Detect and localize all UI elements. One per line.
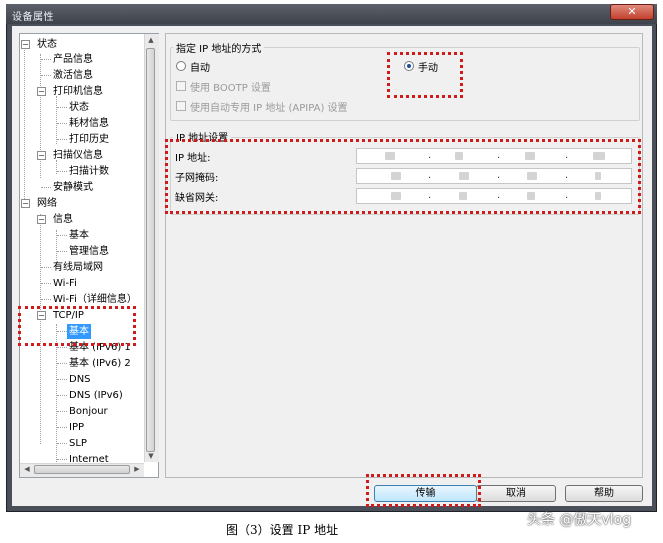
tree-connector: [41, 187, 51, 188]
scroll-left-arrow-icon[interactable]: ◀: [22, 465, 32, 473]
cancel-button[interactable]: 取消: [476, 485, 556, 502]
tree-connector: [57, 459, 67, 460]
scroll-up-arrow-icon[interactable]: ▲: [146, 36, 156, 44]
auto-radio-label: 自动: [190, 63, 210, 74]
watermark: 头条 @傲天vlog: [527, 512, 632, 528]
tree-connector: [57, 379, 67, 380]
tree-connector: [57, 395, 67, 396]
ip-settings-highlight-mark: [165, 139, 641, 214]
apipa-checkbox[interactable]: [176, 101, 186, 111]
tree-connector: [57, 363, 67, 364]
bootp-checkbox-label: 使用 BOOTP 设置: [190, 83, 271, 94]
tree-connector: [56, 96, 57, 144]
tree-connector: [57, 235, 67, 236]
tree-connector: [57, 411, 67, 412]
tree-connector: [57, 123, 67, 124]
collapse-toggle-icon[interactable]: −: [21, 40, 30, 49]
apipa-checkbox-label: 使用自动专用 IP 地址 (APIPA) 设置: [190, 103, 348, 114]
manual-highlight-mark: [387, 52, 463, 98]
title-bar[interactable]: [6, 4, 657, 24]
bootp-checkbox[interactable]: [176, 81, 186, 91]
tree-connector: [57, 427, 67, 428]
tree-connector: [57, 443, 67, 444]
ip-method-group-title: 指定 IP 地址的方式: [173, 40, 265, 55]
vertical-scroll-thumb[interactable]: [146, 48, 155, 452]
tcpip-highlight-mark: [18, 306, 136, 346]
tree-connector: [41, 59, 51, 60]
horizontal-scroll-thumb[interactable]: [34, 465, 130, 474]
scroll-right-arrow-icon[interactable]: ▶: [132, 465, 142, 473]
tree-connector: [57, 107, 67, 108]
tree-connector: [41, 283, 51, 284]
help-button[interactable]: 帮助: [565, 485, 643, 502]
tree-connector: [41, 299, 51, 300]
tree-connector: [57, 251, 67, 252]
tree-connector: [41, 267, 51, 268]
tree-connector: [57, 139, 67, 140]
figure-caption: 图（3）设置 IP 地址: [226, 523, 339, 537]
window-title: 设备属性: [12, 12, 54, 23]
settings-tree: − 状态 产品信息 激活信息 − 打印机信息 状态 耗材信息 打印历史 − 扫描…: [19, 33, 159, 478]
tree-connector: [57, 171, 67, 172]
scroll-down-arrow-icon[interactable]: ▼: [146, 452, 156, 460]
close-button[interactable]: ✕: [610, 4, 654, 20]
tree-connector: [57, 347, 67, 348]
auto-radio[interactable]: [176, 61, 186, 71]
collapse-toggle-icon[interactable]: −: [37, 215, 46, 224]
tree-connector: [41, 75, 51, 76]
send-highlight-mark: [366, 474, 481, 507]
collapse-toggle-icon[interactable]: −: [21, 199, 30, 208]
tree-connector: [24, 41, 25, 201]
collapse-toggle-icon[interactable]: −: [37, 151, 46, 160]
collapse-toggle-icon[interactable]: −: [37, 87, 46, 96]
